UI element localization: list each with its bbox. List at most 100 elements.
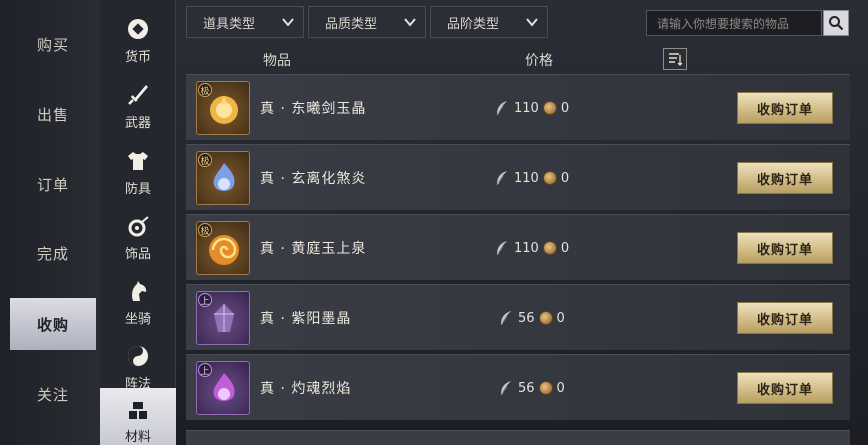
- coin-icon: [538, 381, 553, 395]
- coin-value: 0: [560, 100, 570, 116]
- item-thumbnail: 上: [196, 361, 250, 415]
- crystal-icon: [214, 304, 234, 332]
- category-label: 材料: [124, 430, 151, 445]
- acquire-order-button[interactable]: 收购订单: [737, 162, 833, 194]
- material-icon: [125, 398, 151, 422]
- acquire-order-button[interactable]: 收购订单: [737, 372, 833, 404]
- price-value: 56: [518, 310, 535, 326]
- category-label: 货币: [124, 49, 151, 65]
- armor-icon: [125, 148, 151, 174]
- table-row[interactable]: 上 真 · 灼魂烈焰 56 0 收购订单: [186, 354, 850, 420]
- swirl-orb-icon: [209, 235, 239, 265]
- feather-currency-icon: [496, 101, 507, 116]
- table-row[interactable]: 上 真 · 紫阳墨晶 56 0 收购订单: [186, 284, 850, 350]
- coin-icon: [542, 101, 557, 115]
- category-label: 坐骑: [124, 311, 151, 327]
- search-input[interactable]: 请输入你想要搜索的物品: [646, 10, 822, 36]
- sword-icon: [125, 82, 151, 108]
- column-header-item: 物品: [263, 53, 291, 69]
- acquire-order-button[interactable]: 收购订单: [737, 302, 833, 334]
- feather-currency-icon: [496, 171, 507, 186]
- nav-acquire[interactable]: 收购: [10, 298, 96, 350]
- chevron-down-icon: [404, 18, 416, 27]
- coin-icon: [538, 311, 553, 325]
- item-name: 真 · 东曦剑玉晶: [260, 101, 367, 117]
- search-button[interactable]: [823, 10, 849, 36]
- acquire-order-button[interactable]: 收购订单: [737, 232, 833, 264]
- item-name: 真 · 灼魂烈焰: [260, 381, 352, 397]
- coin-value: 0: [560, 170, 570, 186]
- category-accessory[interactable]: 饰品: [100, 203, 176, 271]
- coin-value: 0: [556, 310, 565, 326]
- category-weapon[interactable]: 武器: [100, 72, 176, 140]
- item-thumbnail: 极: [196, 81, 250, 135]
- category-label: 饰品: [124, 246, 151, 262]
- nav-label: 关注: [36, 385, 69, 404]
- category-armor[interactable]: 防具: [100, 138, 176, 206]
- nav-watchlist[interactable]: 关注: [10, 368, 96, 420]
- nav-buy[interactable]: 购买: [10, 18, 96, 70]
- price-value: 110: [514, 100, 539, 116]
- sort-button[interactable]: [663, 48, 687, 70]
- price-cell: 56 0: [498, 285, 565, 351]
- quality-type-dropdown[interactable]: 品质类型: [308, 6, 426, 38]
- feather-currency-icon: [500, 381, 511, 396]
- crystal-icon: [210, 95, 238, 124]
- price-value: 56: [518, 380, 535, 396]
- nav-sell[interactable]: 出售: [10, 88, 96, 140]
- table-row[interactable]: 极 真 · 东曦剑玉晶 110 0 收购订单: [186, 74, 850, 140]
- table-row[interactable]: 极 真 · 玄离化煞炎 110 0 收购订单: [186, 144, 850, 210]
- item-thumbnail: 极: [196, 151, 250, 205]
- price-value: 110: [514, 240, 539, 256]
- nav-label: 完成: [36, 244, 69, 263]
- nav-label: 购买: [36, 35, 69, 54]
- item-name: 真 · 黄庭玉上泉: [260, 241, 367, 257]
- column-header-price[interactable]: 价格: [525, 50, 553, 70]
- nav-label: 订单: [36, 175, 69, 194]
- sort-icon: [669, 53, 683, 66]
- coin-icon: [542, 171, 557, 185]
- table-row-partial: [186, 430, 850, 445]
- dropdown-label: 品质类型: [325, 16, 378, 32]
- category-label: 武器: [124, 115, 151, 131]
- accessory-icon: [125, 213, 151, 239]
- item-name: 真 · 玄离化煞炎: [260, 171, 367, 187]
- price-value: 110: [514, 170, 539, 186]
- acquire-order-button[interactable]: 收购订单: [737, 92, 833, 124]
- item-thumbnail: 极: [196, 221, 250, 275]
- left-nav: 购买 出售 订单 完成 收购 关注: [0, 0, 100, 445]
- feather-currency-icon: [500, 311, 511, 326]
- flame-icon: [213, 163, 235, 191]
- feather-currency-icon: [496, 241, 507, 256]
- category-label: 防具: [124, 181, 151, 197]
- search-icon: [829, 16, 844, 31]
- item-thumbnail: 上: [196, 291, 250, 345]
- flame-icon: [213, 373, 235, 401]
- price-cell: 110 0: [494, 215, 569, 281]
- price-cell: 110 0: [494, 75, 569, 141]
- nav-label: 出售: [36, 105, 69, 124]
- category-material[interactable]: 材料: [100, 388, 176, 445]
- item-name: 真 · 紫阳墨晶: [260, 311, 352, 327]
- price-cell: 110 0: [494, 145, 569, 211]
- currency-icon: [125, 16, 151, 42]
- item-type-dropdown[interactable]: 道具类型: [186, 6, 304, 38]
- dropdown-label: 品阶类型: [447, 16, 500, 32]
- market-screen: 购买 出售 订单 完成 收购 关注 货币 武器 防具 饰品 坐骑 阵法 材料 道…: [0, 0, 868, 445]
- coin-value: 0: [556, 380, 565, 396]
- search-placeholder: 请输入你想要搜索的物品: [657, 16, 790, 31]
- chevron-down-icon: [526, 18, 538, 27]
- coin-icon: [542, 241, 557, 255]
- nav-completed[interactable]: 完成: [10, 227, 96, 279]
- category-column: 货币 武器 防具 饰品 坐骑 阵法 材料: [100, 0, 176, 445]
- formation-icon: [125, 343, 151, 369]
- dropdown-label: 道具类型: [203, 16, 256, 32]
- category-currency[interactable]: 货币: [100, 6, 176, 74]
- nav-label: 收购: [36, 315, 69, 334]
- nav-orders[interactable]: 订单: [10, 158, 96, 210]
- horse-icon: [125, 278, 151, 304]
- tier-type-dropdown[interactable]: 品阶类型: [430, 6, 548, 38]
- category-mount[interactable]: 坐骑: [100, 268, 176, 336]
- table-row[interactable]: 极 真 · 黄庭玉上泉 110 0 收购订单: [186, 214, 850, 280]
- chevron-down-icon: [282, 18, 294, 27]
